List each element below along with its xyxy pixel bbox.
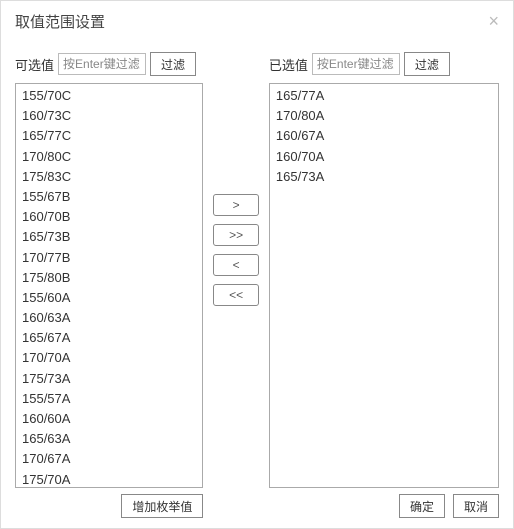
selected-filter-input[interactable] [312, 53, 400, 75]
list-item[interactable]: 155/60A [16, 288, 202, 308]
list-item[interactable]: 155/70C [16, 86, 202, 106]
available-header: 可选值 过滤 [15, 51, 203, 77]
available-label: 可选值 [15, 55, 54, 74]
footer-spacer [203, 494, 268, 520]
footer-right: 确定 取消 [269, 494, 499, 520]
ok-button[interactable]: 确定 [399, 494, 445, 518]
list-item[interactable]: 160/70B [16, 207, 202, 227]
dialog-body: 可选值 过滤 155/70C160/73C165/77C170/80C175/8… [1, 41, 513, 488]
cancel-button[interactable]: 取消 [453, 494, 499, 518]
list-item[interactable]: 160/67A [270, 126, 498, 146]
list-item[interactable]: 155/57A [16, 389, 202, 409]
move-right-button[interactable]: > [213, 194, 259, 216]
list-item[interactable]: 170/67A [16, 449, 202, 469]
available-column: 可选值 过滤 155/70C160/73C165/77C170/80C175/8… [15, 51, 203, 488]
move-all-left-button[interactable]: << [213, 284, 259, 306]
selected-label: 已选值 [269, 55, 308, 74]
list-item[interactable]: 155/67B [16, 187, 202, 207]
selected-column: 已选值 过滤 165/77A170/80A160/67A160/70A165/7… [269, 51, 499, 488]
dialog-header: 取值范围设置 × [1, 1, 513, 41]
move-buttons-column: > >> < << [203, 51, 268, 488]
move-left-button[interactable]: < [213, 254, 259, 276]
available-filter-button[interactable]: 过滤 [150, 52, 196, 76]
available-filter-input[interactable] [58, 53, 146, 75]
close-icon[interactable]: × [488, 12, 499, 30]
dialog-footer: 增加枚举值 确定 取消 [1, 488, 513, 528]
footer-left: 增加枚举值 [15, 494, 203, 520]
list-item[interactable]: 175/73A [16, 369, 202, 389]
list-item[interactable]: 165/73B [16, 227, 202, 247]
list-item[interactable]: 175/70A [16, 470, 202, 488]
list-item[interactable]: 165/77A [270, 86, 498, 106]
list-item[interactable]: 160/70A [270, 147, 498, 167]
list-item[interactable]: 160/63A [16, 308, 202, 328]
value-range-dialog: 取值范围设置 × 可选值 过滤 155/70C160/73C165/77C170… [0, 0, 514, 529]
list-item[interactable]: 160/60A [16, 409, 202, 429]
list-item[interactable]: 175/80B [16, 268, 202, 288]
selected-header: 已选值 过滤 [269, 51, 499, 77]
add-enum-button[interactable]: 增加枚举值 [121, 494, 203, 518]
dialog-title: 取值范围设置 [15, 11, 105, 32]
list-item[interactable]: 170/77B [16, 248, 202, 268]
list-item[interactable]: 170/80A [270, 106, 498, 126]
list-item[interactable]: 170/80C [16, 147, 202, 167]
list-item[interactable]: 165/67A [16, 328, 202, 348]
selected-listbox[interactable]: 165/77A170/80A160/67A160/70A165/73A [269, 83, 499, 488]
selected-filter-button[interactable]: 过滤 [404, 52, 450, 76]
list-item[interactable]: 165/63A [16, 429, 202, 449]
available-listbox[interactable]: 155/70C160/73C165/77C170/80C175/83C155/6… [15, 83, 203, 488]
list-item[interactable]: 165/73A [270, 167, 498, 187]
list-item[interactable]: 170/70A [16, 348, 202, 368]
list-item[interactable]: 175/83C [16, 167, 202, 187]
move-all-right-button[interactable]: >> [213, 224, 259, 246]
list-item[interactable]: 160/73C [16, 106, 202, 126]
list-item[interactable]: 165/77C [16, 126, 202, 146]
